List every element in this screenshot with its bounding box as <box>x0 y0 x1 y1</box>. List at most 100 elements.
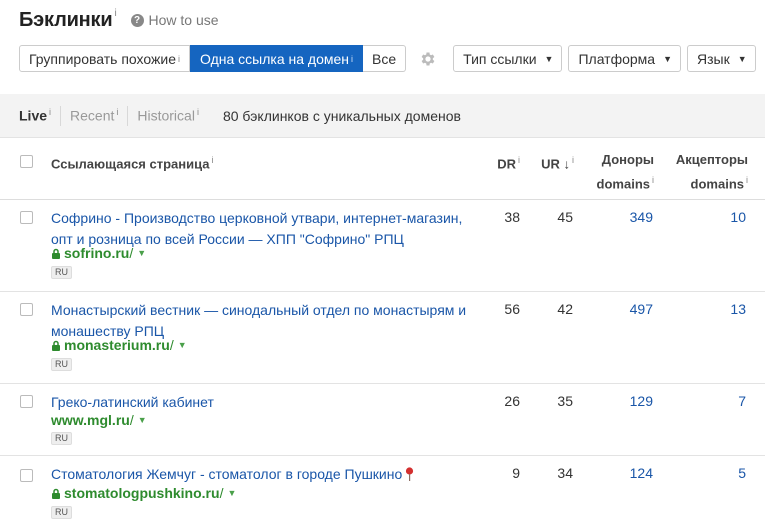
platform-label: Платформа <box>578 50 656 67</box>
sort-down-icon: ↓ <box>563 156 571 172</box>
row-title-link[interactable]: Греко-латинский кабинет <box>51 392 481 413</box>
acceptors-value[interactable]: 7 <box>706 393 746 409</box>
one-per-domain-button[interactable]: Одна ссылка на домен i <box>190 45 364 72</box>
row-checkbox[interactable] <box>20 395 33 408</box>
language-badge: RU <box>51 358 72 371</box>
how-to-use-link[interactable]: ? How to use <box>130 12 219 28</box>
help-icon: ? <box>130 13 144 27</box>
row-url-domain: sofrino.ru <box>64 245 130 261</box>
caret-down-icon: ▼ <box>544 53 554 64</box>
col-dr[interactable]: DR i <box>478 150 520 174</box>
caret-down-icon[interactable]: ▼ <box>138 415 147 425</box>
donors-value[interactable]: 497 <box>613 301 653 317</box>
all-button[interactable]: Все <box>363 45 407 72</box>
toolbar: Группировать похожие i Одна ссылка на дом… <box>19 45 756 72</box>
caret-down-icon: ▼ <box>737 53 747 64</box>
row-checkbox[interactable] <box>20 469 33 482</box>
acceptors-value[interactable]: 13 <box>706 301 746 317</box>
platform-dropdown[interactable]: Платформа ▼ <box>568 45 682 72</box>
language-label: Язык <box>697 50 730 67</box>
table-row: Монастырский вестник — синодальный отдел… <box>0 292 765 384</box>
row-url-path: / <box>129 245 134 261</box>
row-url-link[interactable]: sofrino.ru / ▼ <box>51 245 146 261</box>
info-icon: i <box>178 53 180 64</box>
col-dr-label: DR <box>497 156 516 172</box>
language-badge: RU <box>51 432 72 445</box>
table-row: Стоматология Жемчуг - стоматолог в город… <box>0 456 765 529</box>
col-ur-label: UR <box>541 156 560 172</box>
link-type-label: Тип ссылки <box>463 50 537 67</box>
results-count: 80 бэклинков с уникальных доменов <box>222 107 461 124</box>
table-row: Софрино - Производство церковной утвари,… <box>0 200 765 292</box>
row-url-link[interactable]: www.mgl.ru / ▼ <box>51 412 147 428</box>
row-url-path: / <box>169 337 174 353</box>
link-type-dropdown[interactable]: Тип ссылки ▼ <box>453 45 563 72</box>
settings-gear-icon[interactable] <box>414 45 442 72</box>
row-url-path: / <box>219 485 224 501</box>
col-donors-label: Доноры <box>601 152 654 167</box>
page-header: Бэклинки i ? How to use <box>19 6 219 34</box>
info-icon: i <box>116 107 119 118</box>
row-title-link[interactable]: Стоматология Жемчуг - стоматолог в город… <box>51 464 481 485</box>
select-all-checkbox[interactable] <box>20 155 33 168</box>
map-pin-icon <box>406 467 414 481</box>
how-to-use-label: How to use <box>148 12 219 28</box>
ur-value: 42 <box>557 301 573 317</box>
dr-value: 38 <box>504 209 520 225</box>
title-info-icon[interactable]: i <box>114 8 116 19</box>
info-icon: i <box>746 175 748 185</box>
tab-historical[interactable]: Historical i <box>137 107 199 124</box>
info-icon: i <box>351 53 354 64</box>
info-icon: i <box>652 175 654 185</box>
tab-historical-label: Historical <box>137 107 195 124</box>
tab-live-label: Live <box>19 107 48 124</box>
row-checkbox[interactable] <box>20 303 33 316</box>
group-similar-button[interactable]: Группировать похожие i <box>19 45 190 72</box>
donors-value[interactable]: 349 <box>613 209 653 225</box>
divider <box>127 105 129 126</box>
language-dropdown[interactable]: Язык ▼ <box>687 45 756 72</box>
page-title: Бэклинки i <box>19 8 117 31</box>
tab-live[interactable]: Live i <box>19 107 51 124</box>
row-url-domain: www.mgl.ru <box>51 412 130 428</box>
row-title-text: Стоматология Жемчуг - стоматолог в город… <box>51 466 403 482</box>
language-badge: RU <box>51 266 72 279</box>
col-acceptors[interactable]: Акцепторы domains i <box>660 150 748 194</box>
table-row: Греко-латинский кабинет www.mgl.ru / ▼ RU … <box>0 384 765 456</box>
row-url-link[interactable]: stomatologpushkino.ru / ▼ <box>51 485 236 501</box>
dr-value: 56 <box>504 301 520 317</box>
caret-down-icon[interactable]: ▼ <box>137 248 146 258</box>
acceptors-value[interactable]: 5 <box>706 465 746 481</box>
info-icon: i <box>196 107 199 118</box>
tab-recent[interactable]: Recent i <box>70 107 118 124</box>
col-referring-page-label: Ссылающаяся страница <box>51 156 210 172</box>
one-per-domain-label: Одна ссылка на домен <box>200 50 350 67</box>
acceptors-value[interactable]: 10 <box>706 209 746 225</box>
ur-value: 34 <box>557 465 573 481</box>
group-similar-label: Группировать похожие <box>29 50 176 67</box>
row-url-path: / <box>129 412 134 428</box>
caret-down-icon[interactable]: ▼ <box>227 488 236 498</box>
table-header: Ссылающаяся страница i DR i UR ↓ i Доноры do… <box>0 138 765 200</box>
tab-recent-label: Recent <box>70 107 115 124</box>
all-label: Все <box>372 50 397 67</box>
dr-value: 9 <box>512 465 520 481</box>
row-title-link[interactable]: Монастырский вестник — синодальный отдел… <box>51 300 481 342</box>
row-url-domain: monasterium.ru <box>64 337 170 353</box>
col-ur[interactable]: UR ↓ i <box>526 150 574 174</box>
row-title-link[interactable]: Софрино - Производство церковной утвари,… <box>51 208 481 250</box>
row-url-link[interactable]: monasterium.ru / ▼ <box>51 337 187 353</box>
col-donors[interactable]: Доноры domains i <box>578 150 654 194</box>
info-icon: i <box>518 155 520 165</box>
lock-icon <box>52 340 60 351</box>
filter-bar: Live i Recent i Historical i 80 бэклинков с… <box>0 94 765 138</box>
col-referring-page[interactable]: Ссылающаяся страница i <box>51 150 214 174</box>
ur-value: 45 <box>557 209 573 225</box>
caret-down-icon[interactable]: ▼ <box>178 340 187 350</box>
row-url-domain: stomatologpushkino.ru <box>64 485 220 501</box>
row-checkbox[interactable] <box>20 211 33 224</box>
lock-icon <box>52 248 60 259</box>
donors-value[interactable]: 129 <box>613 393 653 409</box>
caret-down-icon: ▼ <box>663 53 673 64</box>
donors-value[interactable]: 124 <box>613 465 653 481</box>
